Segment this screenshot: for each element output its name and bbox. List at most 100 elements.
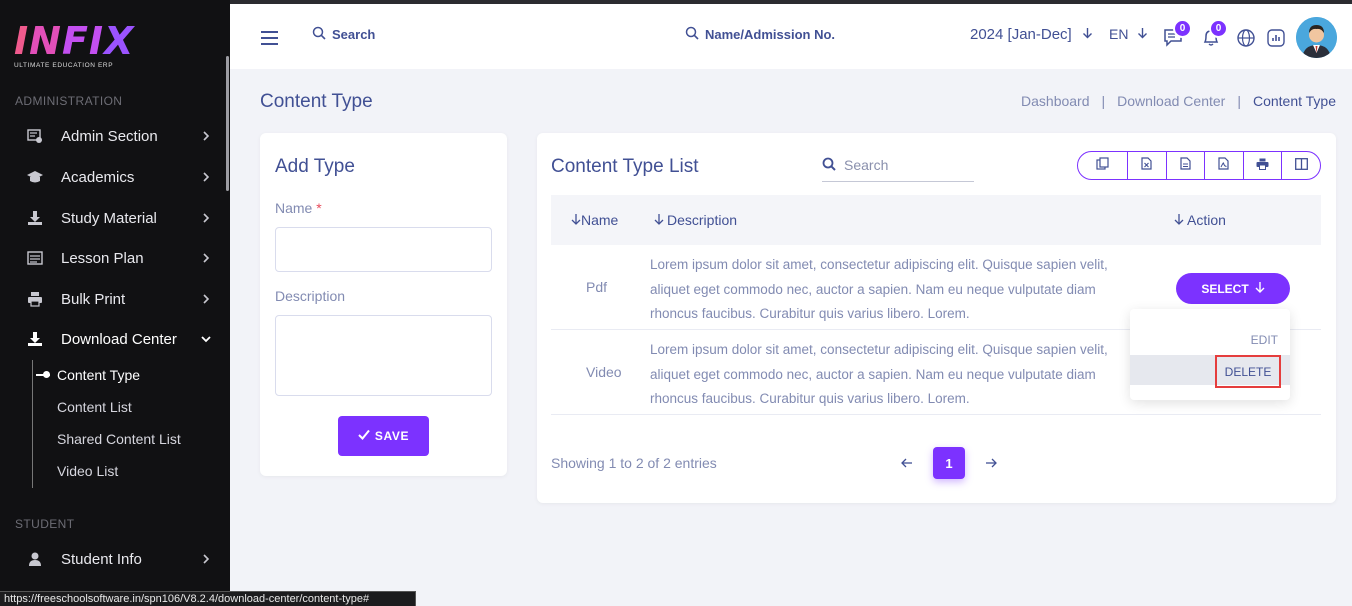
- sidebar-item-study-material[interactable]: Study Material: [0, 198, 226, 238]
- breadcrumb-separator: |: [1237, 93, 1241, 109]
- sort-arrow-icon: [1174, 212, 1184, 228]
- columns-icon: [1294, 157, 1308, 175]
- column-header-description[interactable]: Description: [654, 212, 737, 228]
- hamburger-menu-icon[interactable]: [261, 31, 278, 45]
- page-number-button[interactable]: 1: [933, 447, 965, 479]
- row-name: Pdf: [586, 279, 608, 295]
- arrow-down-icon: [1255, 281, 1265, 296]
- sidebar-item-label: Lesson Plan: [61, 249, 144, 267]
- action-dropdown-menu: EDIT DELETE: [1130, 309, 1290, 400]
- excel-file-icon: [1141, 156, 1152, 175]
- copy-icon: [1096, 156, 1109, 175]
- language-select[interactable]: EN: [1109, 26, 1148, 42]
- sidebar-item-lesson-plan[interactable]: Lesson Plan: [0, 238, 226, 278]
- sidebar-item-label: Study Material: [61, 209, 157, 227]
- sidebar: INFIX ULTIMATE EDUCATION ERP ADMINISTRAT…: [0, 0, 230, 606]
- export-button-group: [1077, 151, 1321, 180]
- select-action-button[interactable]: SELECT: [1176, 273, 1290, 304]
- avatar[interactable]: [1296, 17, 1337, 58]
- active-submenu-dot: [43, 371, 50, 378]
- pdf-file-icon: [1218, 156, 1230, 175]
- breadcrumb-dashboard[interactable]: Dashboard: [1021, 93, 1090, 109]
- save-button[interactable]: SAVE: [338, 416, 429, 456]
- dropdown-delete-item[interactable]: DELETE: [1215, 355, 1281, 388]
- column-header-action[interactable]: Action: [1174, 212, 1226, 228]
- name-label-text: Name: [275, 200, 313, 216]
- logo-wordmark: INFIX: [14, 19, 135, 63]
- pagination-info: Showing 1 to 2 of 2 entries: [551, 455, 717, 471]
- admission-search-label: Name/Admission No.: [705, 27, 836, 42]
- download-icon: [26, 330, 44, 348]
- print-icon: [26, 290, 44, 308]
- check-icon: [358, 429, 370, 443]
- pdf-button[interactable]: [1205, 152, 1244, 179]
- excel-button[interactable]: [1128, 152, 1167, 179]
- list-title: Content Type List: [551, 156, 699, 177]
- pagination: 1: [893, 447, 1005, 479]
- arrow-down-icon: [1082, 26, 1093, 43]
- stats-icon[interactable]: [1266, 28, 1288, 50]
- graduation-cap-icon: [26, 168, 44, 186]
- add-type-title: Add Type: [275, 156, 355, 177]
- previous-page-button[interactable]: [893, 449, 921, 477]
- academic-year-select[interactable]: 2024 [Jan-Dec]: [970, 26, 1093, 43]
- description-label: Description: [275, 288, 346, 304]
- arrow-down-icon: [1137, 26, 1148, 42]
- globe-icon[interactable]: [1236, 28, 1258, 50]
- dropdown-delete-row[interactable]: DELETE: [1130, 355, 1290, 388]
- search-button[interactable]: Search: [312, 26, 375, 43]
- sidebar-scrollbar[interactable]: [226, 56, 229, 191]
- sidebar-item-student-info[interactable]: Student Info: [0, 539, 226, 579]
- sidebar-item-label: Academics: [61, 168, 135, 186]
- search-placeholder: Search: [844, 157, 889, 173]
- breadcrumb-current: Content Type: [1252, 93, 1336, 109]
- admission-search-button[interactable]: Name/Admission No.: [685, 26, 835, 43]
- table-header: Name Description Action: [551, 195, 1321, 245]
- breadcrumb-download-center[interactable]: Download Center: [1117, 93, 1225, 109]
- description-textarea[interactable]: [275, 315, 492, 396]
- notification-button[interactable]: 0: [1200, 19, 1228, 48]
- print-button[interactable]: [1244, 152, 1283, 179]
- submenu-item-shared-content-list[interactable]: Shared Content List: [57, 431, 181, 447]
- sidebar-item-academics[interactable]: Academics: [0, 157, 226, 197]
- chevron-right-icon: [200, 212, 212, 224]
- breadcrumb-separator: |: [1101, 93, 1106, 109]
- section-label-administration: ADMINISTRATION: [15, 94, 123, 108]
- sidebar-item-label: Download Center: [61, 330, 177, 348]
- column-header-name[interactable]: Name: [571, 212, 618, 228]
- list-search-input[interactable]: Search: [822, 149, 974, 182]
- chevron-down-icon: [200, 333, 212, 345]
- print-icon: [1256, 157, 1269, 175]
- column-header-label: Name: [581, 212, 619, 228]
- logo-tagline: ULTIMATE EDUCATION ERP: [14, 62, 114, 69]
- chevron-right-icon: [200, 293, 212, 305]
- chevron-right-icon: [200, 252, 212, 264]
- select-label: SELECT: [1201, 281, 1249, 296]
- submenu-item-video-list[interactable]: Video List: [57, 463, 118, 479]
- sidebar-item-label: Admin Section: [61, 127, 158, 145]
- row-description: Lorem ipsum dolor sit amet, consectetur …: [650, 257, 1108, 321]
- name-input[interactable]: [275, 227, 492, 272]
- next-page-button[interactable]: [977, 449, 1005, 477]
- academic-year-value: 2024 [Jan-Dec]: [970, 26, 1072, 43]
- csv-button[interactable]: [1167, 152, 1206, 179]
- submenu-item-content-list[interactable]: Content List: [57, 399, 132, 415]
- save-label: SAVE: [374, 429, 410, 443]
- chat-button[interactable]: 0: [1162, 19, 1192, 48]
- column-header-label: Description: [667, 212, 738, 228]
- sidebar-item-admin-section[interactable]: Admin Section: [0, 116, 226, 156]
- chat-count-badge: 0: [1173, 19, 1192, 38]
- chevron-right-icon: [200, 553, 212, 565]
- sidebar-item-label: Student Info: [61, 550, 142, 568]
- language-value: EN: [1109, 26, 1129, 42]
- columns-button[interactable]: [1282, 152, 1320, 179]
- dropdown-edit-item[interactable]: EDIT: [1251, 333, 1278, 347]
- sort-arrow-icon: [571, 212, 581, 228]
- logo[interactable]: INFIX ULTIMATE EDUCATION ERP: [14, 22, 134, 69]
- sidebar-item-bulk-print[interactable]: Bulk Print: [0, 279, 226, 319]
- submenu-item-content-type[interactable]: Content Type: [57, 367, 140, 383]
- sidebar-item-download-center[interactable]: Download Center: [0, 319, 226, 359]
- name-label: Name *: [275, 200, 322, 216]
- add-type-card: Add Type Name * Description SAVE: [260, 133, 507, 476]
- copy-button[interactable]: [1078, 152, 1128, 179]
